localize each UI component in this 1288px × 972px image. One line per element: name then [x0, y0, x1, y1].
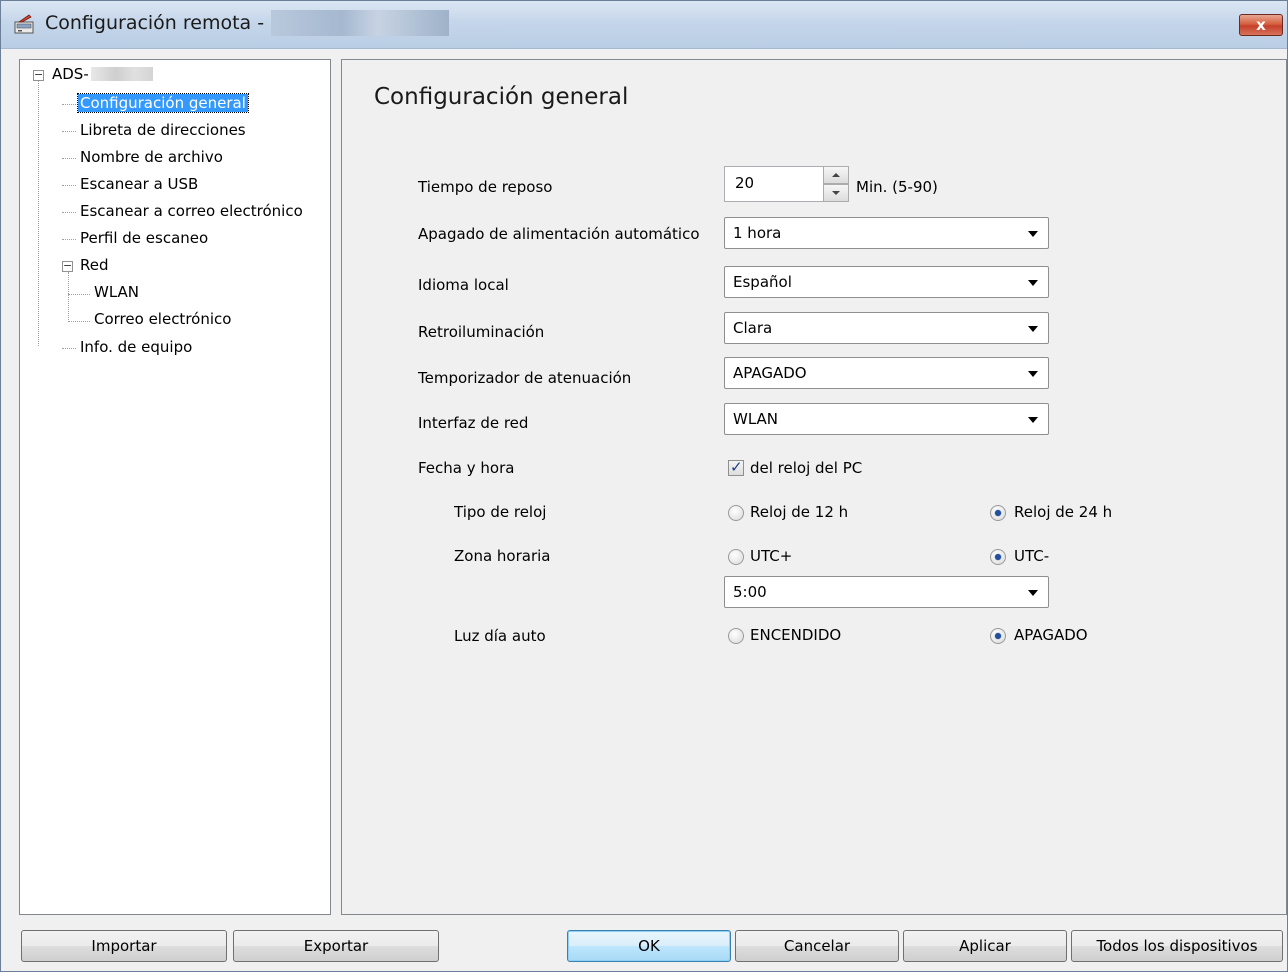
- remote-setup-app-icon: [14, 14, 34, 34]
- sleep-time-label: Tiempo de reposo: [418, 178, 553, 196]
- page-title: Configuración general: [374, 84, 629, 110]
- stepper-up-icon[interactable]: [823, 166, 849, 184]
- tree-item-network-email[interactable]: Correo electrónico: [92, 309, 233, 331]
- tree-connector: [62, 131, 76, 132]
- redacted-device-name: [271, 10, 449, 36]
- dropdown-arrow-icon: [1028, 231, 1038, 237]
- backlight-select[interactable]: Clara: [724, 312, 1049, 344]
- time-zone-label: Zona horaria: [454, 547, 551, 565]
- tree-connector: [68, 294, 90, 295]
- datetime-label: Fecha y hora: [418, 459, 515, 477]
- auto-power-off-select[interactable]: 1 hora: [724, 217, 1049, 249]
- tree-item-general-settings[interactable]: Configuración general: [77, 93, 249, 115]
- tree-item-scan-to-usb[interactable]: Escanear a USB: [78, 174, 200, 196]
- tree-item-file-name[interactable]: Nombre de archivo: [78, 147, 225, 169]
- tree-root-device[interactable]: ADS-: [50, 64, 153, 86]
- network-interface-value: WLAN: [733, 410, 779, 428]
- tree-connector: [62, 104, 76, 105]
- tree-item-network[interactable]: Red: [78, 255, 111, 277]
- daylight-on-label[interactable]: ENCENDIDO: [750, 626, 841, 644]
- utc-minus-radio[interactable]: [990, 549, 1006, 565]
- utc-minus-label[interactable]: UTC-: [1014, 547, 1049, 565]
- tree-connector: [62, 239, 76, 240]
- backlight-value: Clara: [733, 319, 773, 337]
- tree-item-scan-profile[interactable]: Perfil de escaneo: [78, 228, 210, 250]
- dropdown-arrow-icon: [1028, 326, 1038, 332]
- time-zone-offset-value: 5:00: [733, 583, 767, 601]
- all-devices-button[interactable]: Todos los dispositivos: [1071, 930, 1283, 962]
- close-button[interactable]: x: [1239, 14, 1283, 36]
- tree-connector: [62, 348, 76, 349]
- auto-power-off-value: 1 hora: [733, 224, 782, 242]
- language-value: Español: [733, 273, 792, 291]
- clock-type-label: Tipo de reloj: [454, 503, 547, 521]
- sleep-time-stepper[interactable]: [823, 166, 849, 202]
- sleep-time-input[interactable]: 20: [724, 166, 824, 202]
- cancel-button[interactable]: Cancelar: [735, 930, 899, 962]
- tree-guide-line: [68, 272, 69, 322]
- clock-24h-radio[interactable]: [990, 505, 1006, 521]
- tree-root-label: ADS-: [52, 65, 89, 83]
- tree-connector: [62, 158, 76, 159]
- dropdown-arrow-icon: [1028, 590, 1038, 596]
- tree-connector: [68, 321, 90, 322]
- tree-connector: [62, 212, 76, 213]
- tree-item-address-book[interactable]: Libreta de direcciones: [78, 120, 248, 142]
- settings-tree: − ADS- Configuración general Libreta de …: [19, 59, 331, 915]
- utc-plus-label[interactable]: UTC+: [750, 547, 792, 565]
- stepper-down-icon[interactable]: [823, 184, 849, 202]
- import-button[interactable]: Importar: [21, 930, 227, 962]
- dropdown-arrow-icon: [1028, 371, 1038, 377]
- settings-content: Configuración general Tiempo de reposo 2…: [341, 59, 1287, 915]
- sleep-time-unit: Min. (5-90): [856, 178, 938, 196]
- network-interface-label: Interfaz de red: [418, 414, 529, 432]
- auto-power-off-label: Apagado de alimentación automático: [418, 225, 700, 243]
- sync-pc-clock-label[interactable]: del reloj del PC: [750, 459, 862, 477]
- backlight-label: Retroiluminación: [418, 323, 545, 341]
- dropdown-arrow-icon: [1028, 280, 1038, 286]
- clock-12h-label[interactable]: Reloj de 12 h: [750, 503, 848, 521]
- export-button[interactable]: Exportar: [233, 930, 439, 962]
- dim-timer-value: APAGADO: [733, 364, 807, 382]
- apply-button[interactable]: Aplicar: [903, 930, 1067, 962]
- dim-timer-select[interactable]: APAGADO: [724, 357, 1049, 389]
- clock-12h-radio[interactable]: [728, 505, 744, 521]
- collapse-network-icon[interactable]: −: [62, 260, 73, 272]
- tree-item-scan-to-email[interactable]: Escanear a correo electrónico: [78, 201, 305, 223]
- tree-connector: [62, 185, 76, 186]
- daylight-saving-label: Luz día auto: [454, 627, 546, 645]
- dim-timer-label: Temporizador de atenuación: [418, 369, 632, 387]
- tree-item-device-info[interactable]: Info. de equipo: [78, 337, 194, 359]
- clock-24h-label[interactable]: Reloj de 24 h: [1014, 503, 1112, 521]
- time-zone-offset-select[interactable]: 5:00: [724, 576, 1049, 608]
- daylight-off-radio[interactable]: [990, 628, 1006, 644]
- daylight-off-label[interactable]: APAGADO: [1014, 626, 1088, 644]
- remote-setup-window: Configuración remota - x − ADS- Configur…: [0, 0, 1288, 972]
- title-bar: Configuración remota - x: [1, 1, 1287, 49]
- daylight-on-radio[interactable]: [728, 628, 744, 644]
- dropdown-arrow-icon: [1028, 417, 1038, 423]
- language-select[interactable]: Español: [724, 266, 1049, 298]
- window-title: Configuración remota -: [45, 12, 265, 34]
- utc-plus-radio[interactable]: [728, 549, 744, 565]
- language-label: Idioma local: [418, 276, 509, 294]
- collapse-root-icon[interactable]: −: [33, 69, 44, 81]
- sync-pc-clock-checkbox[interactable]: [728, 458, 744, 476]
- tree-guide-line: [38, 78, 39, 346]
- sleep-time-value: 20: [735, 174, 755, 192]
- tree-item-wlan[interactable]: WLAN: [92, 282, 141, 304]
- network-interface-select[interactable]: WLAN: [724, 403, 1049, 435]
- redacted-model: [90, 67, 153, 81]
- ok-button[interactable]: OK: [567, 930, 731, 962]
